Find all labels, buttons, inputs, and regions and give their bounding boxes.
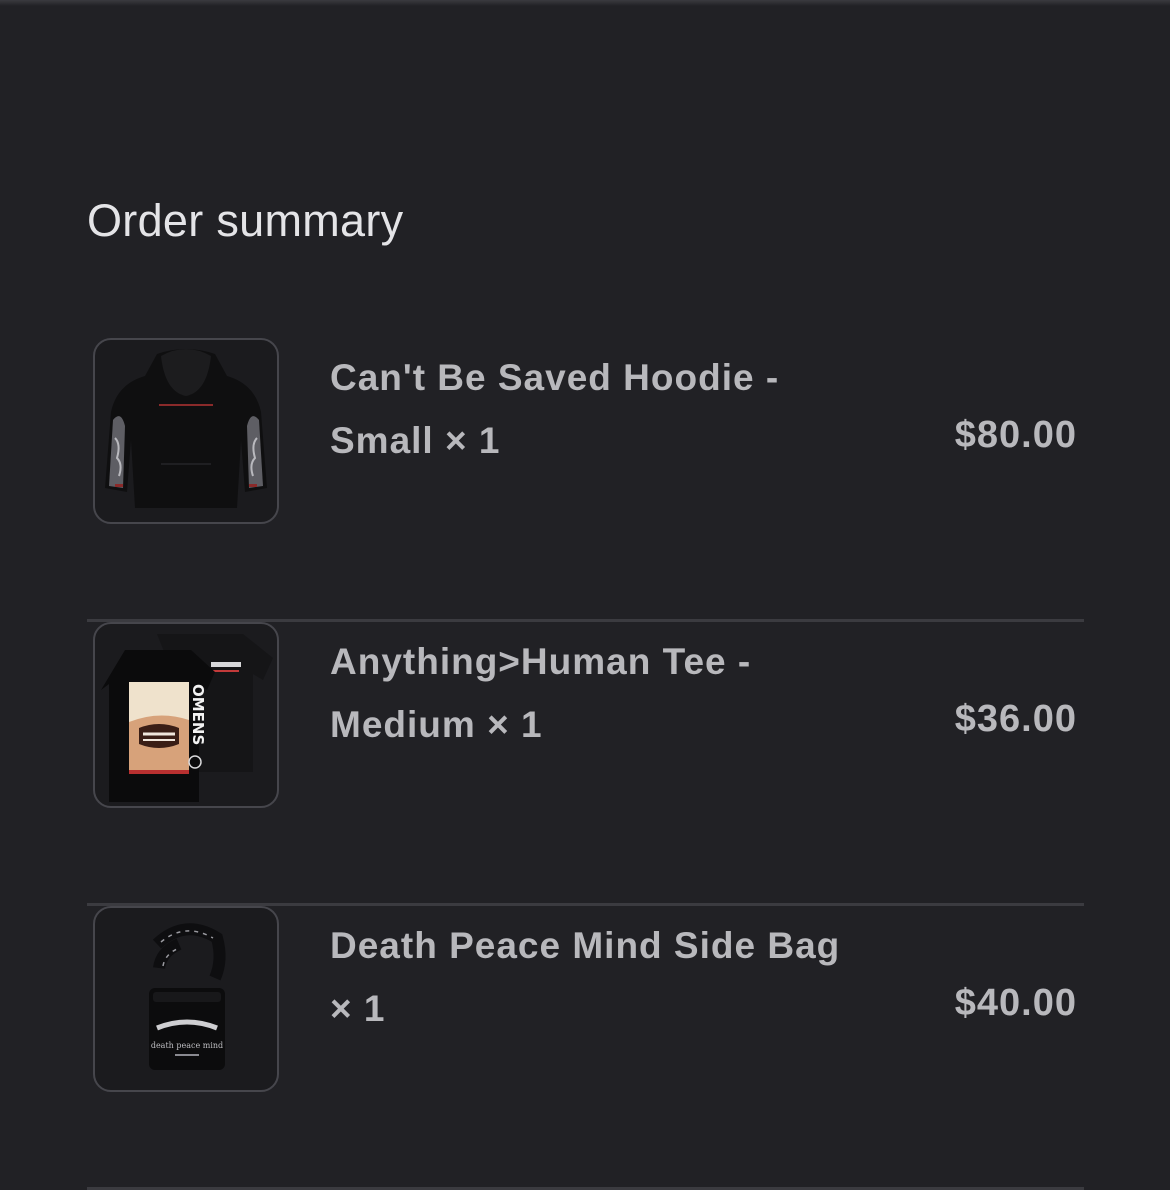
order-item: death peace mind Death Peace Mind Side B… (87, 906, 1084, 1190)
bag-print-text: death peace mind (151, 1041, 223, 1050)
top-shadow (0, 0, 1170, 6)
order-item: OMENS Anything>Human Tee - Medium × 1 $3… (87, 622, 1084, 906)
item-name: Death Peace Mind Side Bag × 1 (330, 914, 850, 1040)
item-title: Can't Be Saved Hoodie - Small (330, 357, 780, 461)
order-item: Can't Be Saved Hoodie - Small × 1 $80.00 (87, 338, 1084, 622)
order-summary-title: Order summary (87, 195, 404, 246)
side-bag-image: death peace mind (93, 906, 279, 1092)
item-quantity: × 1 (445, 420, 501, 461)
item-quantity: × 1 (487, 704, 543, 745)
item-price: $36.00 (954, 698, 1077, 740)
item-price: $40.00 (954, 982, 1077, 1024)
item-price: $80.00 (954, 414, 1077, 456)
item-name: Can't Be Saved Hoodie - Small × 1 (330, 346, 850, 472)
hoodie-image (93, 338, 279, 524)
item-title: Death Peace Mind Side Bag (330, 925, 841, 966)
item-name: Anything>Human Tee - Medium × 1 (330, 630, 850, 756)
tee-image: OMENS (93, 622, 279, 808)
item-quantity: × 1 (330, 988, 386, 1029)
tee-brand-print: OMENS (189, 684, 207, 745)
